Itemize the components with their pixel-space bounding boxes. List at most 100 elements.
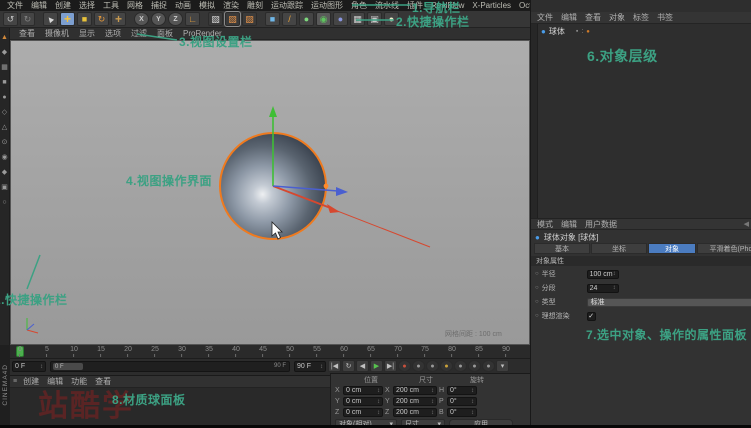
- transform-gizmo[interactable]: [10, 40, 530, 345]
- scale-tool-icon[interactable]: ■: [77, 12, 92, 26]
- enable-snap-icon[interactable]: ◆: [2, 169, 7, 176]
- menu-item[interactable]: 文件: [3, 0, 27, 11]
- lock-z-axis-icon[interactable]: Z: [168, 12, 183, 26]
- object-manager-menu-item[interactable]: 编辑: [557, 12, 581, 23]
- menu-item[interactable]: 运动图形: [307, 0, 347, 11]
- anim-dot-icon[interactable]: ○: [535, 299, 539, 305]
- render-perfect-checkbox[interactable]: ✓: [587, 312, 596, 321]
- anim-dot-icon[interactable]: ○: [535, 285, 539, 291]
- position-x-field[interactable]: 0 cm↕: [343, 386, 383, 395]
- object-manager-menu-item[interactable]: 标签: [629, 12, 653, 23]
- rotation-b-field[interactable]: 0°↕: [447, 408, 477, 417]
- viewport-menu-item[interactable]: 过滤: [126, 28, 152, 39]
- attribute-menu-item[interactable]: 用户数据: [581, 219, 621, 230]
- render-settings-icon[interactable]: ▨: [242, 12, 257, 26]
- rotate-tool-icon[interactable]: ↻: [94, 12, 109, 26]
- tab-basic[interactable]: 基本: [534, 243, 590, 254]
- loop-button[interactable]: ↻: [342, 360, 355, 372]
- workplane-mode-icon[interactable]: ■: [2, 79, 6, 86]
- tab-phong[interactable]: 平滑着色(Phong): [697, 243, 751, 254]
- quantize-icon[interactable]: ○: [2, 199, 6, 206]
- menu-item[interactable]: 工具: [99, 0, 123, 11]
- play-backward-button[interactable]: ◀: [356, 360, 369, 372]
- record-scale-button[interactable]: ●: [440, 360, 453, 372]
- position-y-field[interactable]: 0 cm↕: [343, 397, 383, 406]
- goto-end-button[interactable]: ▶|: [384, 360, 397, 372]
- menu-item[interactable]: 运动跟踪: [267, 0, 307, 11]
- viewport[interactable]: 网格间距 : 100 cm: [10, 40, 530, 345]
- attribute-menu-item[interactable]: 模式: [533, 219, 557, 230]
- subdivision-surface-icon[interactable]: ●: [299, 12, 314, 26]
- menu-item[interactable]: 雕刻: [243, 0, 267, 11]
- model-mode-icon[interactable]: ◆: [2, 49, 7, 56]
- object-manager-menu-item[interactable]: 书签: [653, 12, 677, 23]
- range-start-handle[interactable]: 0 F: [53, 363, 83, 370]
- tab-object[interactable]: 对象: [648, 243, 696, 254]
- record-keyframe-button[interactable]: ●: [398, 360, 411, 372]
- object-manager-menu-item[interactable]: 查看: [581, 12, 605, 23]
- size-z-field[interactable]: 200 cm↕: [393, 408, 437, 417]
- lock-x-axis-icon[interactable]: X: [134, 12, 149, 26]
- workplane-lock-icon[interactable]: ▣: [1, 184, 8, 191]
- menu-item[interactable]: 模拟: [195, 0, 219, 11]
- phong-tag-icon[interactable]: ●: [586, 29, 590, 35]
- stepper-icon[interactable]: ↕: [320, 364, 323, 370]
- menu-item[interactable]: 渲染: [219, 0, 243, 11]
- play-forward-button[interactable]: ▶: [370, 360, 383, 372]
- render-view-icon[interactable]: ▧: [208, 12, 223, 26]
- tab-coordinates[interactable]: 坐标: [591, 243, 647, 254]
- deformer-icon[interactable]: ●: [333, 12, 348, 26]
- rotation-p-field[interactable]: 0°↕: [447, 397, 477, 406]
- move-tool-icon[interactable]: +: [60, 12, 75, 26]
- generators-icon[interactable]: ◉: [316, 12, 331, 26]
- viewport-menu-item[interactable]: 查看: [14, 28, 40, 39]
- menu-item[interactable]: X-Particles: [468, 1, 515, 10]
- playback-options-button[interactable]: ▾: [496, 360, 509, 372]
- end-frame-field[interactable]: 90 F↕: [294, 361, 326, 372]
- coordinate-system-icon[interactable]: ∟: [185, 12, 200, 26]
- menu-item[interactable]: 网格: [123, 0, 147, 11]
- record-rotation-button[interactable]: ●: [454, 360, 467, 372]
- lock-y-axis-icon[interactable]: Y: [151, 12, 166, 26]
- record-position-button[interactable]: ●: [426, 360, 439, 372]
- type-dropdown[interactable]: 标准: [587, 298, 751, 307]
- menu-item[interactable]: 角色: [347, 0, 371, 11]
- pen-spline-icon[interactable]: /: [282, 12, 297, 26]
- record-parameter-button[interactable]: ●: [468, 360, 481, 372]
- camera-icon[interactable]: ▣: [367, 12, 382, 26]
- menu-item[interactable]: 动画: [171, 0, 195, 11]
- autokey-button[interactable]: ●: [412, 360, 425, 372]
- frame-range-slider[interactable]: 0 F 90 F: [50, 361, 290, 372]
- stepper-icon[interactable]: ↕: [40, 364, 43, 370]
- timeline-ruler[interactable]: 051015202530354045505560657075808590: [10, 345, 530, 359]
- texture-mode-icon[interactable]: ▦: [1, 64, 8, 71]
- object-list-item[interactable]: ● 球体 ▪ : ●: [541, 26, 590, 37]
- make-editable-icon[interactable]: ▲: [1, 34, 8, 41]
- collapse-icon[interactable]: ◀: [744, 220, 749, 228]
- viewport-menu-item[interactable]: 摄像机: [40, 28, 74, 39]
- menu-item[interactable]: 流水线: [371, 0, 403, 11]
- visibility-dots-icon[interactable]: :: [581, 28, 583, 35]
- edges-mode-icon[interactable]: ◇: [2, 109, 7, 116]
- last-tool-icon[interactable]: +: [111, 12, 126, 26]
- points-mode-icon[interactable]: ●: [2, 94, 6, 101]
- viewport-menu-item[interactable]: 面板: [152, 28, 178, 39]
- size-y-field[interactable]: 200 cm↕: [393, 397, 437, 406]
- menu-item[interactable]: 编辑: [27, 0, 51, 11]
- anim-dot-icon[interactable]: ○: [535, 313, 539, 319]
- position-z-field[interactable]: 0 cm↕: [343, 408, 383, 417]
- viewport-menu-item[interactable]: 显示: [74, 28, 100, 39]
- viewport-solo-icon[interactable]: ◉: [1, 154, 7, 161]
- redo-icon[interactable]: ↻: [20, 12, 35, 26]
- radius-field[interactable]: 100 cm↕: [587, 270, 619, 279]
- polygons-mode-icon[interactable]: △: [2, 124, 7, 131]
- undo-icon[interactable]: ↺: [3, 12, 18, 26]
- goto-start-button[interactable]: |◀: [328, 360, 341, 372]
- current-frame-field[interactable]: 0 F↕: [12, 361, 46, 372]
- render-picture-viewer-icon[interactable]: ▧: [225, 12, 240, 26]
- size-x-field[interactable]: 200 cm↕: [393, 386, 437, 395]
- menu-item[interactable]: 创建: [51, 0, 75, 11]
- enable-axis-icon[interactable]: ⊙: [2, 139, 8, 146]
- object-manager-menu-item[interactable]: 文件: [533, 12, 557, 23]
- live-selection-icon[interactable]: ▲: [43, 12, 58, 26]
